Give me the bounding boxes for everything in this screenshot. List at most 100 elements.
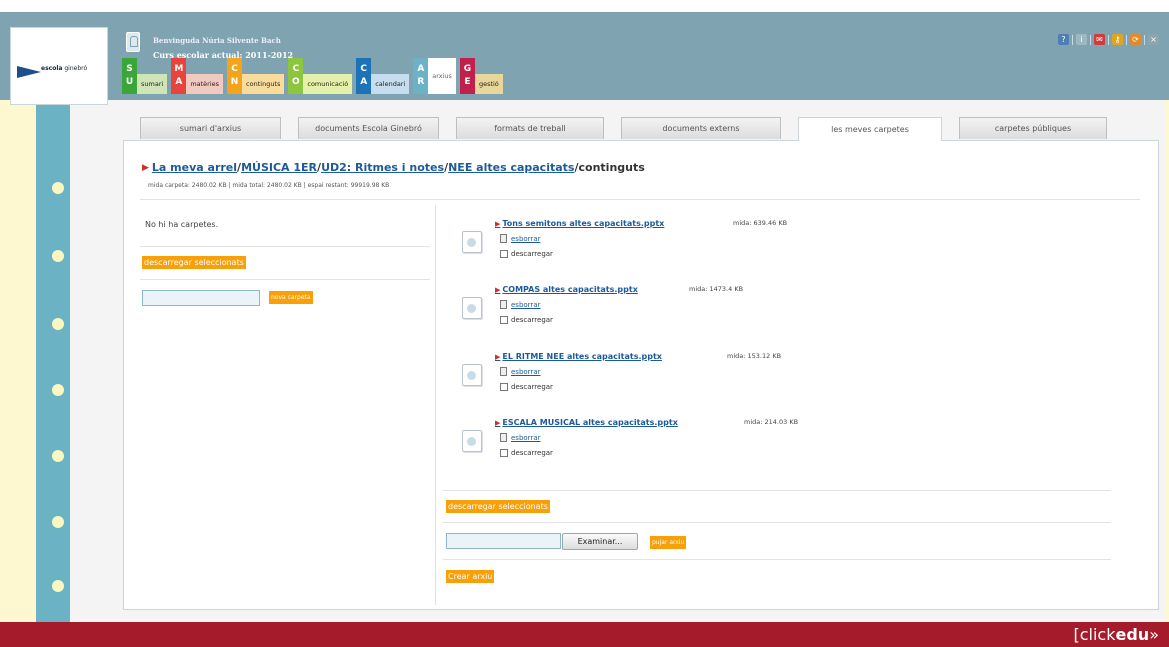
binder-ring (52, 580, 64, 592)
module-tabs: SU sumari MA matèries CN continguts CO c… (122, 56, 507, 94)
binder-ring (52, 384, 64, 396)
module-label: comunicació (303, 74, 353, 94)
module-tab-arxius[interactable]: AR arxius (413, 58, 456, 94)
divider (443, 559, 1111, 560)
download-checkbox[interactable] (500, 449, 508, 457)
delete-file-link[interactable]: esborrar (500, 300, 540, 309)
pptx-file-icon (462, 297, 482, 319)
new-folder-input[interactable] (142, 290, 260, 306)
trash-icon (500, 234, 507, 243)
subtab-carpetes-publiques[interactable]: carpetes públiques (959, 117, 1107, 139)
trash-icon (500, 300, 507, 309)
browse-button[interactable]: Examinar... (562, 533, 638, 550)
pptx-file-icon (462, 430, 482, 452)
module-badge: CN (227, 58, 243, 94)
breadcrumb-level2[interactable]: UD2: Ritmes i notes (321, 161, 444, 174)
subtab-sumari-arxius[interactable]: sumari d'arxius (140, 117, 281, 139)
help-icon[interactable]: ? (1058, 34, 1069, 45)
module-label: sumari (137, 74, 168, 94)
binder-ring (52, 182, 64, 194)
download-checkbox[interactable] (500, 383, 508, 391)
school-logo-text: escola ginebró (41, 65, 88, 72)
subtab-meves-carpetes[interactable]: les meves carpetes (798, 117, 942, 141)
breadcrumb-root[interactable]: La meva arrel (152, 161, 237, 174)
download-checkbox-row[interactable]: descarregar (500, 316, 553, 324)
divider (443, 522, 1111, 523)
divider (140, 246, 430, 247)
icon-separator (1126, 34, 1127, 45)
delete-file-link[interactable]: esborrar (500, 367, 540, 376)
arrow-right-icon: ▶ (142, 162, 149, 173)
pptx-file-icon (462, 231, 482, 253)
module-badge: CO (288, 58, 304, 94)
binder-ring (52, 516, 64, 528)
file-size: mida: 153.12 KB (727, 352, 782, 360)
download-selected-button[interactable]: descarregar seleccionats (446, 500, 550, 513)
school-logo[interactable]: escola ginebró (10, 27, 108, 105)
module-badge: GE (459, 58, 475, 94)
download-checkbox-row[interactable]: descarregar (500, 449, 553, 457)
subtabs: sumari d'arxius documents Escola Ginebró… (140, 117, 1124, 141)
arrow-right-icon: ▶ (495, 352, 501, 361)
subtab-documents-escola[interactable]: documents Escola Ginebró (298, 117, 439, 139)
module-tab-gestio[interactable]: GE gestió (459, 58, 503, 94)
divider (140, 199, 1140, 200)
file-name-link[interactable]: ▶ EL RITME NEE altes capacitats.pptx (495, 352, 662, 361)
breadcrumb-level3[interactable]: NEE altes capacitats (448, 161, 574, 174)
file-size: mida: 639.46 KB (733, 219, 788, 227)
divider (443, 490, 1111, 491)
module-label: continguts (242, 74, 285, 94)
module-label: gestió (474, 74, 503, 94)
welcome-text: Benvinguda Núria Silvente Bach (153, 36, 281, 45)
download-checkbox-row[interactable]: descarregar (500, 383, 553, 391)
module-tab-materies[interactable]: MA matèries (171, 58, 224, 94)
subtab-formats-treball[interactable]: formats de treball (456, 117, 604, 139)
breadcrumb-level1[interactable]: MÚSICA 1ER (241, 161, 317, 174)
module-label: calendari (371, 74, 410, 94)
icon-separator (1072, 34, 1073, 45)
module-badge: CA (356, 58, 372, 94)
arrow-right-icon: ▶ (495, 285, 501, 294)
icon-separator (1144, 34, 1145, 45)
upload-file-input[interactable] (446, 533, 561, 549)
new-folder-button[interactable]: nova carpeta (269, 291, 313, 304)
download-checkbox[interactable] (500, 316, 508, 324)
delete-file-link[interactable]: esborrar (500, 234, 540, 243)
download-checkbox-row[interactable]: descarregar (500, 250, 553, 258)
module-tab-comunicacio[interactable]: CO comunicació (288, 58, 353, 94)
info-icon[interactable]: i (1076, 34, 1087, 45)
close-icon[interactable]: × (1148, 34, 1159, 45)
divider (140, 279, 430, 280)
breadcrumb: ▶ La meva arrel / MÚSICA 1ER / UD2: Ritm… (142, 161, 645, 174)
module-tab-continguts[interactable]: CN continguts (227, 58, 285, 94)
file-name-link[interactable]: ▶ ESCALA MUSICAL altes capacitats.pptx (495, 418, 678, 427)
delete-file-link[interactable]: esborrar (500, 433, 540, 442)
binder-ring (52, 318, 64, 330)
refresh-icon[interactable]: ⟳ (1130, 34, 1141, 45)
upload-file-button[interactable]: pujar arxiu (650, 536, 687, 549)
download-selected-button[interactable]: descarregar seleccionats (142, 256, 246, 269)
file-name-link[interactable]: ▶ COMPAS altes capacitats.pptx (495, 285, 638, 294)
module-label: arxius (428, 58, 456, 94)
module-tab-calendari[interactable]: CA calendari (356, 58, 410, 94)
icon-separator (1108, 34, 1109, 45)
file-name-link[interactable]: ▶ Tons semitons altes capacitats.pptx (495, 219, 664, 228)
content-panel (123, 140, 1159, 610)
mail-icon[interactable]: ✉ (1094, 34, 1105, 45)
module-tab-sumari[interactable]: SU sumari (122, 58, 168, 94)
module-badge: AR (413, 58, 429, 94)
key-icon[interactable]: ⚷ (1112, 34, 1123, 45)
create-file-button[interactable]: Crear arxiu (446, 570, 495, 583)
file-size: mida: 214.03 KB (744, 418, 799, 426)
file-size: mida: 1473.4 KB (689, 285, 744, 293)
module-badge: SU (122, 58, 137, 94)
clickedu-logo: [clickedu» (1073, 625, 1160, 644)
arrow-right-icon: ▶ (495, 418, 501, 427)
subtab-documents-externs[interactable]: documents externs (621, 117, 781, 139)
download-checkbox[interactable] (500, 250, 508, 258)
binder-spine (36, 100, 70, 622)
user-lock-icon[interactable] (126, 32, 140, 52)
folder-size-info: mida carpeta: 2480.02 KB | mida total: 2… (148, 182, 390, 189)
binder-ring (52, 250, 64, 262)
pptx-file-icon (462, 364, 482, 386)
